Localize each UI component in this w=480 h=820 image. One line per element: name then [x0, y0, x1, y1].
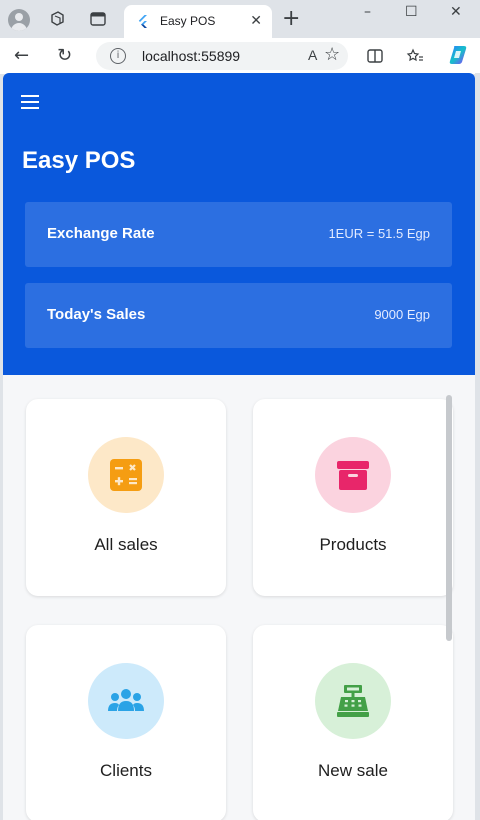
- browser-toolbar: ← ↻ i localhost:55899 A ☆: [0, 38, 480, 74]
- tab-title: Easy POS: [160, 14, 216, 28]
- back-icon[interactable]: ←: [14, 46, 29, 66]
- site-info-icon[interactable]: i: [110, 48, 126, 64]
- products-tile[interactable]: Products: [253, 399, 453, 596]
- new-sale-icon-circle: [315, 663, 391, 739]
- url-text[interactable]: localhost:55899: [142, 48, 240, 64]
- todays-sales-card: Today's Sales 9000 Egp: [25, 283, 452, 348]
- profile-avatar[interactable]: [8, 9, 30, 31]
- tab-close-button[interactable]: ✕: [250, 13, 262, 29]
- collections-icon[interactable]: [48, 10, 66, 28]
- tab-actions-icon[interactable]: [89, 10, 107, 28]
- exchange-rate-card: Exchange Rate 1EUR = 51.5 Egp: [25, 202, 452, 267]
- page-title: Easy POS: [22, 147, 136, 174]
- all-sales-icon-circle: [88, 437, 164, 513]
- flutter-icon: [138, 15, 147, 28]
- archive-box-icon: [337, 461, 369, 490]
- todays-sales-label: Today's Sales: [47, 306, 146, 323]
- all-sales-label: All sales: [94, 535, 158, 554]
- refresh-icon[interactable]: ↻: [57, 46, 72, 66]
- cash-register-icon: [337, 685, 369, 717]
- app-header: Easy POS Exchange Rate 1EUR = 51.5 Egp T…: [3, 73, 475, 375]
- copilot-icon[interactable]: [446, 43, 470, 67]
- todays-sales-value: 9000 Egp: [374, 307, 430, 322]
- new-tab-button[interactable]: +: [282, 6, 300, 31]
- window-edge: [475, 73, 480, 820]
- app-viewport: Easy POS Exchange Rate 1EUR = 51.5 Egp T…: [3, 73, 475, 820]
- tab-easy-pos[interactable]: Easy POS ✕: [124, 5, 272, 38]
- products-icon-circle: [315, 437, 391, 513]
- clients-label: Clients: [100, 761, 152, 780]
- browser-window: Easy POS ✕ + – ☐ ✕ ← ↻ i localhost:55899…: [0, 0, 480, 820]
- read-aloud-icon[interactable]: A: [308, 47, 317, 63]
- favorite-star-icon[interactable]: ☆: [324, 44, 340, 65]
- tab-strip: Easy POS ✕ + – ☐ ✕: [0, 0, 480, 38]
- menu-icon[interactable]: [21, 95, 39, 109]
- calculator-icon: [110, 459, 142, 491]
- maximize-button[interactable]: ☐: [405, 4, 418, 20]
- clients-tile[interactable]: Clients: [26, 625, 226, 820]
- group-icon: [108, 689, 144, 711]
- products-label: Products: [319, 535, 387, 554]
- all-sales-tile[interactable]: All sales: [26, 399, 226, 596]
- scrollbar-thumb[interactable]: [446, 395, 452, 641]
- window-close-button[interactable]: ✕: [450, 4, 462, 20]
- address-bar[interactable]: i localhost:55899 A ☆: [96, 42, 348, 70]
- favorites-icon[interactable]: [406, 47, 424, 65]
- clients-icon-circle: [88, 663, 164, 739]
- new-sale-tile[interactable]: New sale: [253, 625, 453, 820]
- exchange-rate-label: Exchange Rate: [47, 225, 155, 242]
- split-screen-icon[interactable]: [366, 47, 384, 65]
- exchange-rate-value: 1EUR = 51.5 Egp: [328, 226, 430, 241]
- minimize-button[interactable]: –: [364, 4, 371, 20]
- new-sale-label: New sale: [318, 761, 388, 780]
